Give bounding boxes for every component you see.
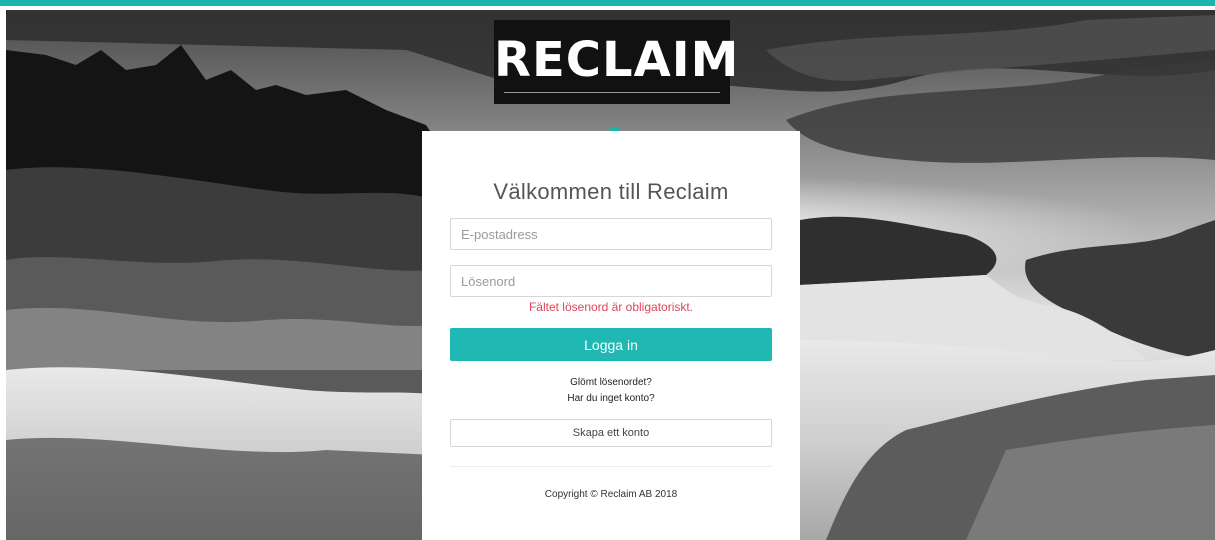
welcome-heading: Välkommen till Reclaim — [493, 179, 729, 204]
login-button[interactable]: Logga in — [450, 328, 772, 361]
reclaim-logo: RECLAIM — [494, 20, 738, 138]
divider — [450, 466, 772, 467]
no-account-text: Har du inget konto? — [567, 393, 655, 404]
forgot-password-link[interactable]: Glömt lösenordet? — [450, 377, 772, 388]
create-account-button[interactable]: Skapa ett konto — [450, 419, 772, 447]
password-error-message: Fältet lösenord är obligatoriskt. — [528, 300, 694, 314]
login-card: Välkommen till Reclaim Fältet lösenord ä… — [422, 131, 800, 540]
password-field[interactable] — [450, 265, 772, 297]
email-field[interactable] — [450, 218, 772, 250]
logo-text: RECLAIM — [494, 32, 740, 88]
top-accent-bar — [0, 0, 1215, 6]
copyright-text: Copyright © Reclaim AB 2018 — [544, 489, 678, 500]
logo-underline — [504, 92, 720, 93]
